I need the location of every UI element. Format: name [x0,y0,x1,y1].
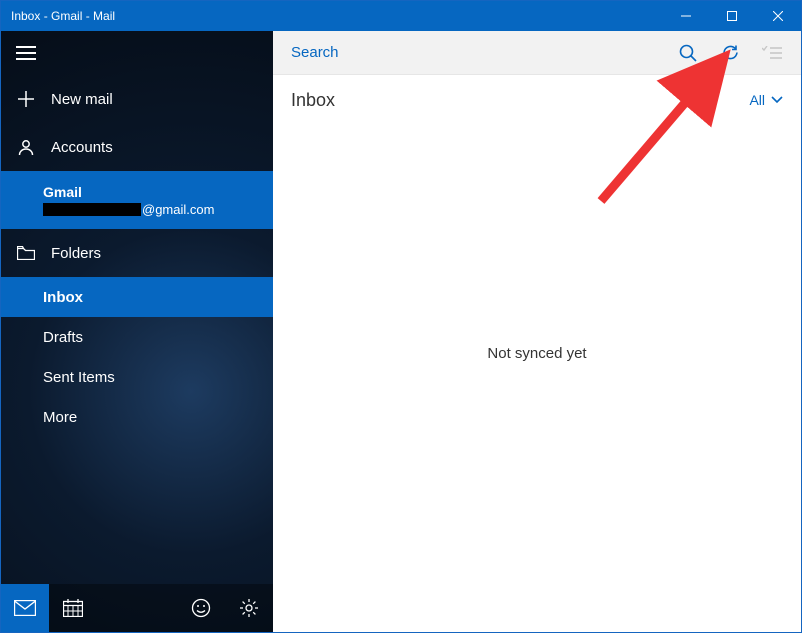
folders-label: Folders [51,245,101,262]
list-header: Inbox All [273,75,801,125]
calendar-icon [63,599,83,617]
folder-title: Inbox [291,90,749,111]
folder-icon [15,246,37,260]
folder-label: More [43,409,77,426]
search-input[interactable]: Search [291,44,667,61]
smiley-icon [191,598,211,618]
filter-dropdown[interactable]: All [749,92,783,108]
folder-drafts[interactable]: Drafts [1,317,273,357]
filter-label: All [749,92,765,108]
search-icon [679,44,697,62]
folder-label: Drafts [43,329,83,346]
account-email: @gmail.com [43,202,259,217]
empty-text: Not synced yet [487,345,586,362]
calendar-tab-button[interactable] [49,584,97,632]
folder-sent[interactable]: Sent Items [1,357,273,397]
search-bar: Search [273,31,801,75]
hamburger-button[interactable] [1,31,273,75]
sidebar: New mail Accounts Gmail @gmail.com Folde… [1,31,273,632]
refresh-icon [721,43,740,62]
maximize-button[interactable] [709,1,755,31]
plus-icon [15,91,37,107]
folder-more[interactable]: More [1,397,273,437]
hamburger-icon [15,46,37,60]
mail-icon [14,600,36,616]
account-item-gmail[interactable]: Gmail @gmail.com [1,171,273,229]
window-title: Inbox - Gmail - Mail [1,9,663,23]
close-button[interactable] [755,1,801,31]
message-list-empty: Not synced yet [273,125,801,632]
list-select-icon [762,46,782,60]
folder-label: Inbox [43,289,83,306]
feedback-button[interactable] [177,584,225,632]
new-mail-label: New mail [51,91,113,108]
redacted-text [43,203,141,216]
sync-button[interactable] [709,31,751,75]
selection-mode-button[interactable] [751,31,793,75]
chevron-down-icon [771,96,783,104]
accounts-button[interactable]: Accounts [1,123,273,171]
mail-tab-button[interactable] [1,584,49,632]
titlebar: Inbox - Gmail - Mail [1,1,801,31]
folders-button[interactable]: Folders [1,229,273,277]
minimize-button[interactable] [663,1,709,31]
folder-label: Sent Items [43,369,115,386]
accounts-label: Accounts [51,139,113,156]
sidebar-bottom-bar [1,584,273,632]
person-icon [15,138,37,156]
account-name: Gmail [43,184,259,200]
new-mail-button[interactable]: New mail [1,75,273,123]
content-pane: Search Inbox [273,31,801,632]
mail-app-window: Inbox - Gmail - Mail New mail [0,0,802,633]
folder-inbox[interactable]: Inbox [1,277,273,317]
settings-button[interactable] [225,584,273,632]
search-button[interactable] [667,31,709,75]
gear-icon [239,598,259,618]
